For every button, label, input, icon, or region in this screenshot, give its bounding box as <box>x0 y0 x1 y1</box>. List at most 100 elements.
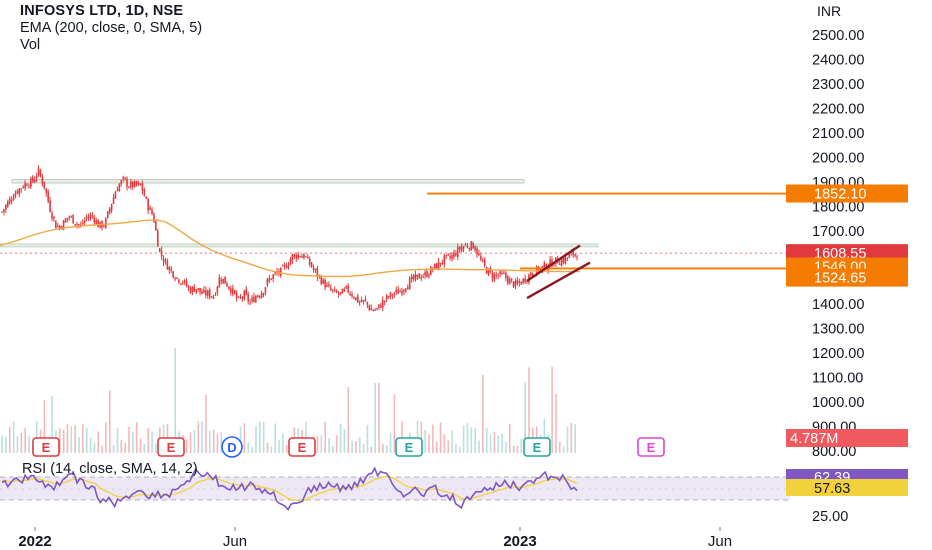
candle-body <box>430 266 432 275</box>
ema-legend[interactable]: EMA (200, close, 0, SMA, 5) <box>20 20 202 37</box>
candle-body <box>470 241 473 251</box>
volume-bar <box>489 434 492 453</box>
price-tick-label: 1700.00 <box>812 224 864 240</box>
candle-body <box>370 308 373 311</box>
candle-body <box>118 184 121 191</box>
candle-body <box>97 220 99 228</box>
volume-bar <box>332 445 334 453</box>
volume-bar <box>385 444 388 453</box>
candle-body <box>226 283 228 287</box>
candle-body <box>287 265 290 267</box>
volume-bar <box>374 383 376 453</box>
candle-body <box>351 293 353 297</box>
volume-bar <box>343 428 346 453</box>
volume-bar <box>139 438 142 453</box>
candle-body <box>260 293 263 298</box>
vol-legend[interactable]: Vol <box>20 37 202 54</box>
candle-body <box>178 279 180 283</box>
candle-body <box>453 252 455 257</box>
candle-body <box>114 192 117 199</box>
candle-body <box>8 198 11 204</box>
rsi-tick-label: 25.00 <box>812 509 848 525</box>
volume-bar <box>243 423 246 453</box>
candle-body <box>210 296 213 298</box>
candle-body <box>47 191 49 202</box>
event-marker-label: E <box>298 440 307 455</box>
candle-body <box>337 292 340 294</box>
candle-body <box>358 301 361 303</box>
candle-body <box>280 267 282 276</box>
candle-body <box>156 230 159 247</box>
candle-body <box>191 286 194 293</box>
volume-bar <box>89 437 92 453</box>
candle-body <box>385 295 388 300</box>
time-tick-label: Jun <box>223 533 247 550</box>
candle-body <box>574 254 576 256</box>
candle-body <box>478 253 480 256</box>
earnings-marker[interactable]: E <box>288 437 316 457</box>
candle-body <box>14 193 17 198</box>
candle-body <box>474 247 476 251</box>
earnings-marker[interactable]: E <box>523 437 551 457</box>
earnings-marker[interactable]: E <box>32 437 60 457</box>
candle-body <box>483 259 486 266</box>
candle-body <box>576 256 578 258</box>
candle-body <box>433 263 436 269</box>
candle-body <box>345 285 348 288</box>
candle-body <box>383 300 386 302</box>
earnings-marker[interactable]: E <box>395 437 423 457</box>
candle-body <box>360 300 363 303</box>
candle-body <box>106 211 109 218</box>
volume-bar <box>389 432 392 453</box>
candle-body <box>553 265 555 267</box>
volume-bar <box>355 441 357 453</box>
symbol-title[interactable]: INFOSYS LTD, 1D, NSE <box>20 3 202 20</box>
rsi-legend[interactable]: RSI (14, close, SMA, 14, 2) <box>22 461 198 477</box>
candle-body <box>362 300 365 302</box>
candle-body <box>330 287 332 290</box>
candle-body <box>168 267 171 271</box>
candle-body <box>49 200 51 212</box>
candle-body <box>397 289 399 294</box>
candle-body <box>89 215 92 218</box>
candle-body <box>520 282 523 285</box>
candle-body <box>289 259 292 266</box>
candle-body <box>408 278 411 290</box>
earnings-marker[interactable]: E <box>157 437 185 457</box>
volume-bar <box>505 441 507 453</box>
candle-body <box>506 276 509 283</box>
volume-bar <box>62 429 65 453</box>
candle-body <box>10 199 13 201</box>
candle-body <box>389 292 392 297</box>
candle-body <box>145 196 148 199</box>
candle-body <box>395 289 398 292</box>
candle-body <box>501 272 503 274</box>
candle-body <box>139 183 142 186</box>
candle-body <box>193 286 196 292</box>
event-marker-label: E <box>533 440 542 455</box>
candle-body <box>414 274 417 280</box>
candle-body <box>3 209 5 212</box>
volume-bar <box>428 434 430 453</box>
candle-body <box>128 187 130 189</box>
candle-body <box>485 267 488 274</box>
candle-body <box>372 309 374 311</box>
candle-body <box>235 292 238 299</box>
candle-body <box>151 209 153 215</box>
candle-body <box>255 296 257 303</box>
volume-bar <box>424 429 426 453</box>
dividend-marker[interactable]: D <box>221 436 243 458</box>
candle-body <box>166 260 169 270</box>
event-marker-label: D <box>227 440 236 455</box>
volume-bar <box>151 431 153 453</box>
candle-body <box>480 256 482 260</box>
candle-body <box>108 208 111 213</box>
candle-body <box>393 293 396 295</box>
candle-body <box>305 256 307 258</box>
earnings-marker[interactable]: E <box>637 437 665 457</box>
candle-body <box>335 290 338 293</box>
candle-body <box>268 278 271 281</box>
candle-body <box>76 223 78 225</box>
candle-body <box>366 301 369 305</box>
candle-body <box>187 286 190 288</box>
